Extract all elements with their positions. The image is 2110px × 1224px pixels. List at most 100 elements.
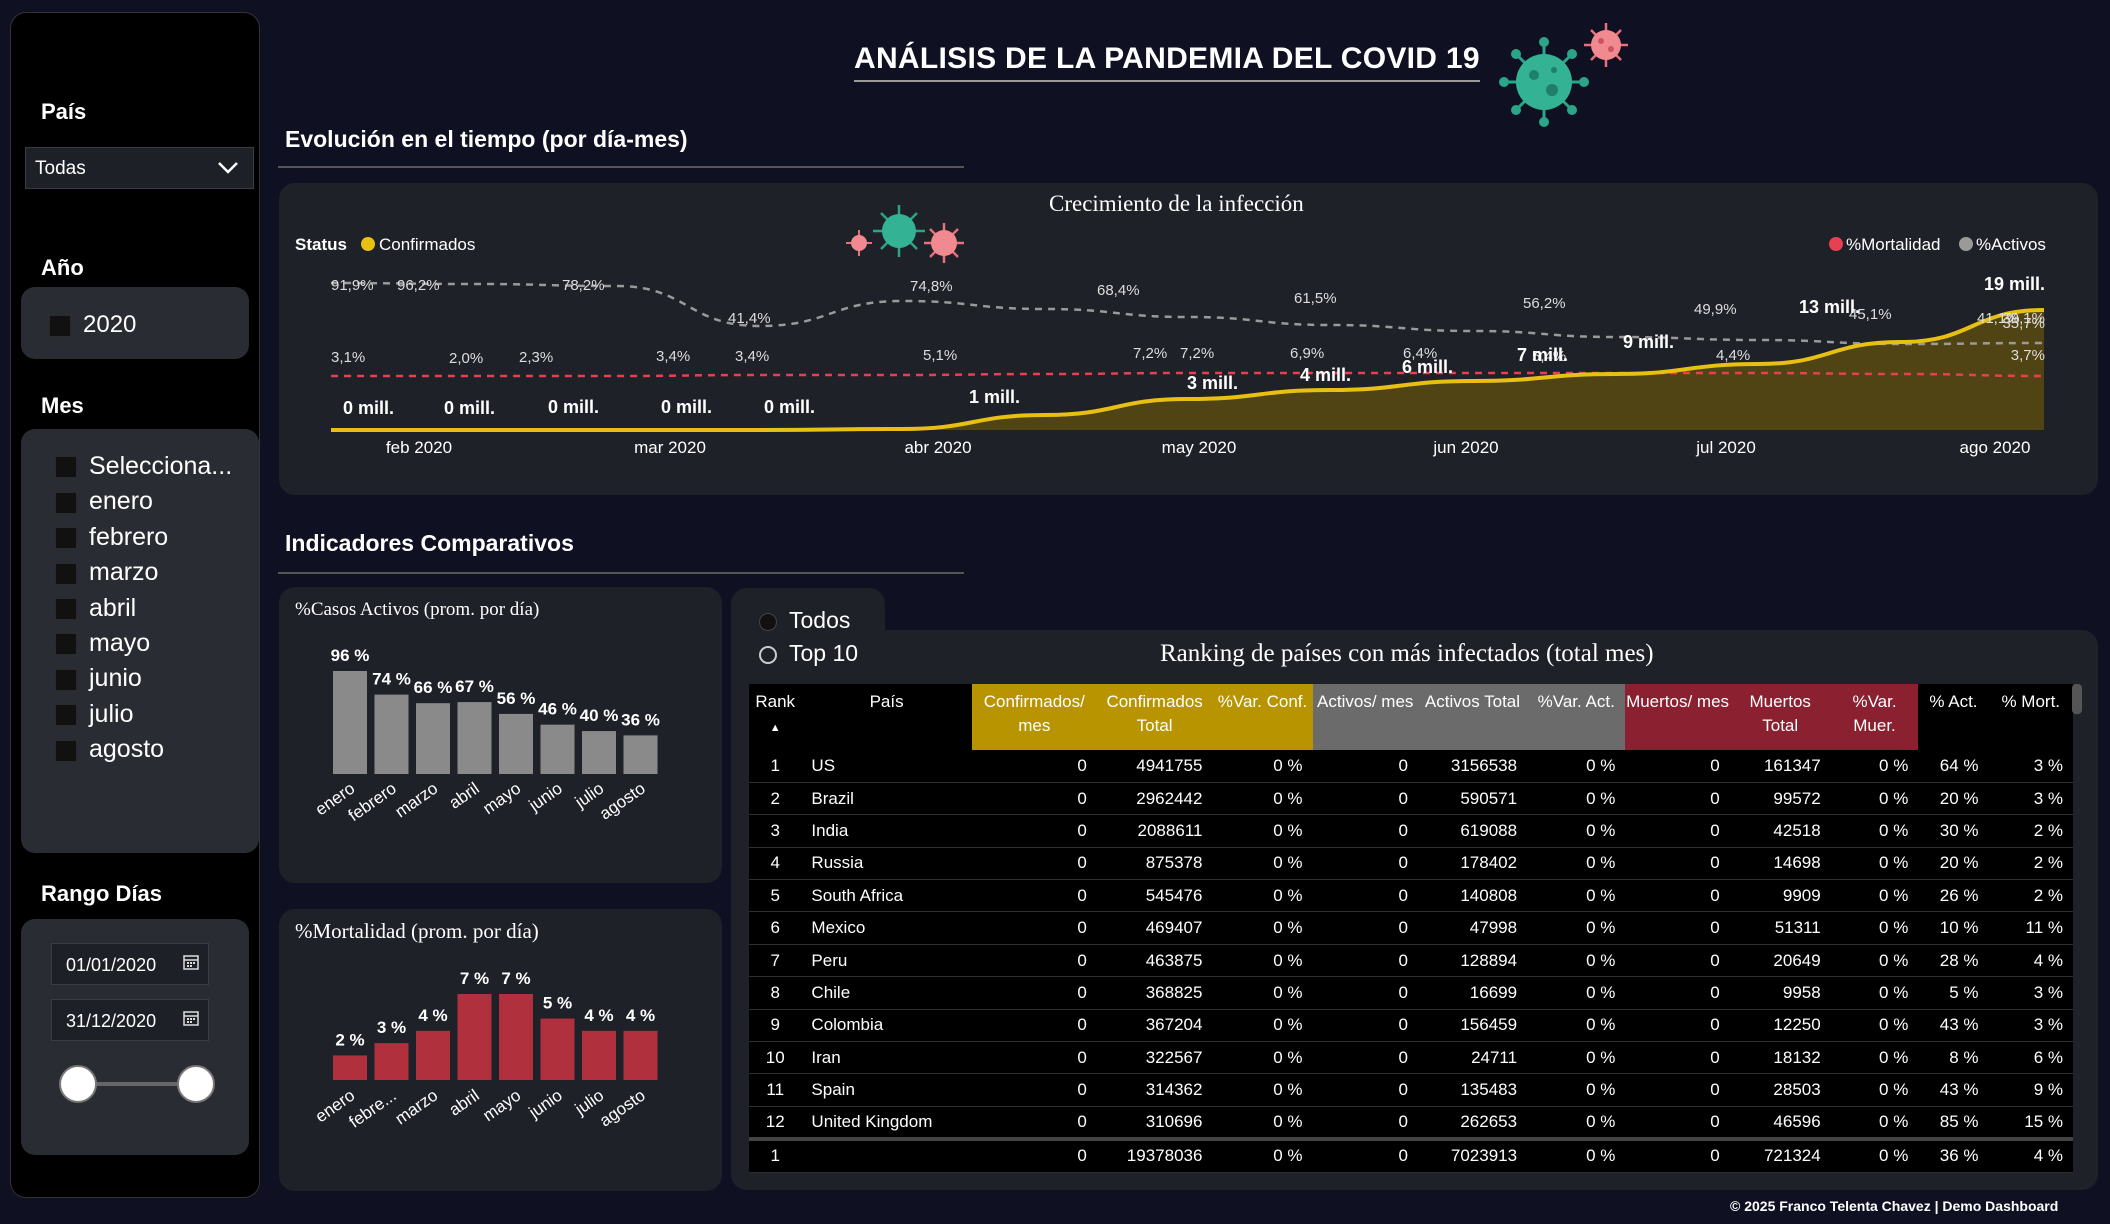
calendar-icon[interactable]	[182, 953, 200, 971]
confirmados-data-label: 0 mill.	[444, 398, 495, 418]
date-to-input[interactable]: 31/12/2020	[51, 999, 209, 1041]
table-row[interactable]: 12 United Kingdom 0 310696 0 % 0 262653 0 % 0 465…	[749, 1106, 2073, 1140]
table-cell: 0 %	[1830, 750, 1919, 783]
column-header[interactable]: %Var. Conf.	[1212, 684, 1313, 750]
mes-option[interactable]: mayo	[55, 626, 259, 661]
checkbox[interactable]	[55, 633, 77, 656]
table-cell	[801, 1136, 972, 1174]
mes-option[interactable]: marzo	[55, 555, 259, 590]
mes-option[interactable]: enero	[55, 484, 259, 519]
mes-option[interactable]: junio	[55, 661, 259, 696]
table-row[interactable]: 8 Chile 0 368825 0 % 0 16699 0 % 0 9958 0 % 5 % 3 %	[749, 976, 2073, 1010]
column-header[interactable]: Activos/ mes	[1312, 684, 1418, 750]
table-cell: 0	[1625, 814, 1730, 848]
bar-data-label: 5 %	[543, 994, 572, 1013]
checkbox[interactable]	[55, 527, 77, 550]
table-cell: 0 %	[1830, 944, 1919, 978]
table-cell: 0 %	[1212, 814, 1313, 848]
table-scrollbar[interactable]	[2072, 684, 2082, 714]
table-row[interactable]: 11 Spain 0 314362 0 % 0 135483 0 % 0 28503 0 % 43 %…	[749, 1073, 2073, 1107]
checkbox[interactable]	[55, 704, 77, 727]
column-header[interactable]: %Var. Act.	[1527, 684, 1626, 750]
table-row[interactable]: 2 Brazil 0 2962442 0 % 0 590571 0 % 0 99572 0 % 20 …	[749, 782, 2073, 816]
sort-ascending-icon[interactable]: ▲	[770, 722, 781, 734]
table-row[interactable]: 4 Russia 0 875378 0 % 0 178402 0 % 0 14698 0 % 20 %…	[749, 847, 2073, 881]
column-header[interactable]: País	[801, 684, 972, 750]
table-cell: 1	[749, 1136, 802, 1174]
table-cell: 26 %	[1918, 879, 1989, 913]
column-header[interactable]: % Mort.	[1988, 684, 2073, 750]
table-cell: 0 %	[1830, 1009, 1919, 1043]
radio-button-selected[interactable]	[759, 612, 777, 631]
mes-option[interactable]: julio	[55, 697, 259, 732]
mes-option[interactable]: febrero	[55, 520, 259, 555]
table-total-row[interactable]: 1 0 19378036 0 % 0 7023913 0 % 0 721324 0 % 36 % 4 …	[749, 1136, 2073, 1174]
date-from-value: 01/01/2020	[66, 955, 157, 975]
table-cell: 7023913	[1417, 1136, 1528, 1174]
date-slider-end-handle[interactable]	[177, 1065, 215, 1103]
radio-top10[interactable]: Top 10	[759, 640, 858, 667]
column-header[interactable]: Confirmados/ mes	[971, 684, 1097, 750]
table-row[interactable]: 10 Iran 0 322567 0 % 0 24711 0 % 0 18132 0 % 8 % 6 %	[749, 1041, 2073, 1075]
date-slider-start-handle[interactable]	[59, 1065, 97, 1103]
table-cell: 5	[749, 879, 802, 913]
mortalidad-data-label: 3,1%	[331, 349, 365, 366]
radio-todos[interactable]: Todos	[759, 607, 850, 634]
category-label: abril	[446, 1086, 483, 1120]
bar	[540, 1018, 575, 1080]
ranking-title: Ranking de países con más infectados (to…	[1160, 640, 1654, 667]
anio-option[interactable]: 2020	[49, 311, 136, 339]
bar-data-label: 7 %	[501, 969, 530, 988]
table-cell: 545476	[1096, 879, 1213, 913]
pais-dropdown[interactable]: Todas	[25, 147, 254, 189]
mes-option[interactable]: abril	[55, 591, 259, 626]
radio-button[interactable]	[759, 645, 777, 664]
activos-data-label: 61,5%	[1294, 290, 1337, 307]
column-header[interactable]: Confirmados Total	[1096, 684, 1213, 750]
calendar-icon[interactable]	[182, 1009, 200, 1027]
checkbox[interactable]	[55, 739, 77, 762]
table-row[interactable]: 9 Colombia 0 367204 0 % 0 156459 0 % 0 12250 0 % 43…	[749, 1009, 2073, 1043]
legend-confirmados-dot	[361, 237, 375, 251]
column-header[interactable]: Muertos/ mes	[1625, 684, 1730, 750]
table-cell: 0	[1625, 1136, 1730, 1174]
anio-label: Año	[41, 255, 84, 280]
column-header[interactable]: Activos Total	[1417, 684, 1528, 750]
mes-option[interactable]: agosto	[55, 732, 259, 767]
bar-data-label: 2 %	[335, 1030, 364, 1049]
table-cell: 0	[1625, 1073, 1730, 1107]
table-cell: 0	[1625, 847, 1730, 881]
table-row[interactable]: 6 Mexico 0 469407 0 % 0 47998 0 % 0 51311 0 % 10 % 1…	[749, 911, 2073, 945]
table-cell: 0	[1625, 879, 1730, 913]
column-header[interactable]: Rank ▲	[749, 684, 802, 750]
checkbox[interactable]	[55, 456, 77, 479]
mortalidad-data-label: 7,2%	[1180, 345, 1214, 362]
checkbox[interactable]	[55, 668, 77, 691]
checkbox[interactable]	[55, 597, 77, 620]
bar-data-label: 4 %	[584, 1006, 613, 1025]
table-cell: 2088611	[1096, 814, 1213, 848]
table-cell: 0 %	[1527, 944, 1626, 978]
x-axis-tick-label: jul 2020	[1695, 438, 1756, 457]
column-header[interactable]: % Act.	[1918, 684, 1989, 750]
table-row[interactable]: 3 India 0 2088611 0 % 0 619088 0 % 0 42518 0 % 30 %…	[749, 814, 2073, 848]
mes-option-label: marzo	[89, 558, 159, 587]
column-header[interactable]: %Var. Muer.	[1830, 684, 1919, 750]
checkbox[interactable]	[49, 314, 71, 337]
table-row[interactable]: 5 South Africa 0 545476 0 % 0 140808 0 % 0 9909 0 …	[749, 879, 2073, 913]
checkbox[interactable]	[55, 491, 77, 514]
table-cell: 4	[749, 847, 802, 881]
table-cell: Colombia	[801, 1009, 972, 1043]
table-row[interactable]: 7 Peru 0 463875 0 % 0 128894 0 % 0 20649 0 % 28 % 4 …	[749, 944, 2073, 978]
checkbox[interactable]	[55, 562, 77, 585]
table-cell: 0	[1312, 814, 1418, 848]
column-header[interactable]: Muertos Total	[1729, 684, 1831, 750]
x-axis-tick-label: may 2020	[1162, 438, 1237, 457]
mes-option[interactable]: Selecciona...	[55, 449, 259, 484]
bar	[457, 702, 492, 774]
date-from-input[interactable]: 01/01/2020	[51, 943, 209, 985]
table-cell: 3156538	[1417, 750, 1528, 783]
table-cell: 8 %	[1918, 1041, 1989, 1075]
timeline-chart: Status Confirmados %Mortalidad %Activos …	[295, 205, 2046, 457]
table-row[interactable]: 1 US 0 4941755 0 % 0 3156538 0 % 0 161347 0 % 64 % 3…	[749, 750, 2073, 783]
